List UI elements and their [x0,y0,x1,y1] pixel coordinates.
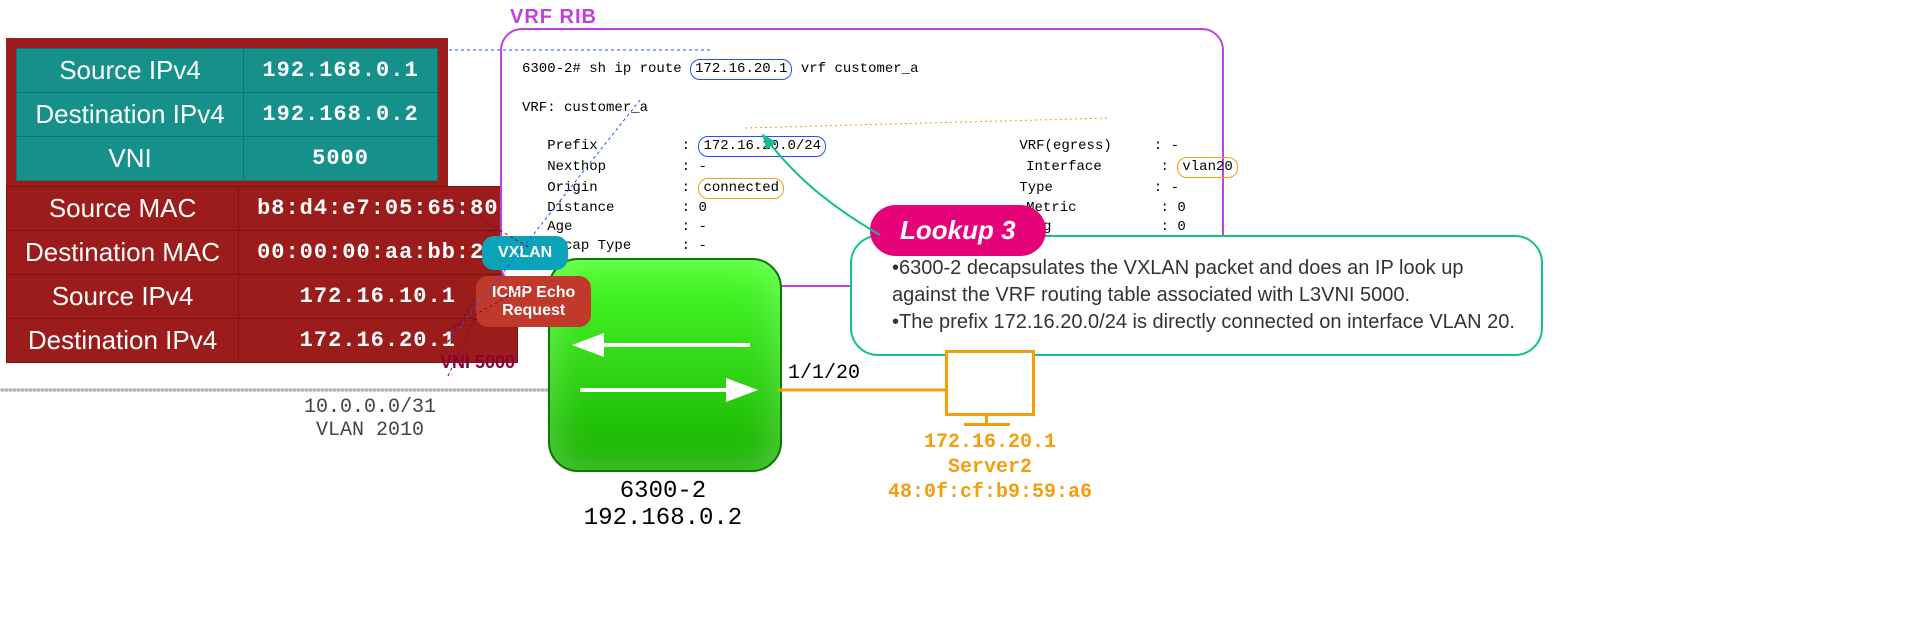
v: - [698,238,706,254]
k: Type [1019,180,1053,196]
v: - [1171,138,1179,154]
cli-cmd-pre: 6300-2# sh ip route [522,61,690,77]
inner-dst-ip-label: Destination IPv4 [7,319,239,363]
badge-vxlan: VXLAN [482,236,568,270]
outer-dst-ip-label: Destination IPv4 [17,93,244,137]
v: connected [698,178,784,199]
cli-vrf-header: VRF: customer_a [522,100,648,116]
cli-cmd-post: vrf customer_a [792,61,918,77]
v: - [698,159,706,175]
inner-dst-mac-value: 00:00:00:aa:bb:22 [239,231,517,275]
outer-src-ip-label: Source IPv4 [17,49,244,93]
k: Distance [547,200,614,216]
vni-tag: VNI 5000 [440,352,515,373]
switch-hostname: 6300-2 [620,478,706,505]
badge-icmp-l1: ICMP Echo [492,284,575,301]
k: Prefix [547,138,597,154]
outer-vni-label: VNI [17,137,244,181]
k: Nexthop [547,159,606,175]
k: Interface [1026,159,1102,175]
v: vlan20 [1177,157,1237,178]
k: Age [547,219,572,235]
segment-subnet: 10.0.0.0/31 VLAN 2010 [270,396,470,442]
inner-src-mac-label: Source MAC [7,187,239,231]
switch-loopback: 192.168.0.2 [584,505,742,532]
inner-packet-header: Source MAC b8:d4:e7:05:65:80 Destination… [6,186,518,363]
v: 0 [698,200,706,216]
outer-dst-ip-value: 192.168.0.2 [244,93,438,137]
outer-vni-value: 5000 [244,137,438,181]
cli-cmd-arg: 172.16.20.1 [690,59,792,80]
v: - [698,219,706,235]
k: Origin [547,180,597,196]
v: 0 [1177,200,1185,216]
inner-dst-mac-label: Destination MAC [7,231,239,275]
k: VRF(egress) [1019,138,1111,154]
switch-interface-server: 1/1/20 [788,362,860,385]
v: 0 [1177,219,1185,235]
server-ip: 172.16.20.1 [924,431,1056,454]
note-line-2: The prefix 172.16.20.0/24 is directly co… [899,311,1515,333]
badge-icmp-l2: Request [502,302,565,319]
segment-subnet-value: 10.0.0.0/31 [304,396,436,419]
server-name: Server2 [948,456,1032,479]
lookup-pill: Lookup 3 [870,205,1046,256]
server-caption: 172.16.20.1 Server2 48:0f:cf:b9:59:a6 [880,430,1100,505]
server-icon-base [964,423,1010,426]
inner-src-mac-value: b8:d4:e7:05:65:80 [239,187,517,231]
vxlan-outer-header: Source IPv4 192.168.0.1 Destination IPv4… [6,38,448,191]
note-line-1: 6300-2 decapsulates the VXLAN packet and… [892,257,1464,306]
switch-name: 6300-2 192.168.0.2 [548,478,778,532]
badge-icmp: ICMP Echo Request [476,276,591,327]
v: - [1171,180,1179,196]
vrf-rib-title: VRF RIB [510,6,597,29]
v: 172.16.20.0/24 [698,136,826,157]
segment-vlan-value: VLAN 2010 [316,419,424,442]
inner-src-ip-label: Source IPv4 [7,275,239,319]
outer-src-ip-value: 192.168.0.1 [244,49,438,93]
server-mac: 48:0f:cf:b9:59:a6 [888,481,1092,504]
server-icon [945,350,1035,416]
